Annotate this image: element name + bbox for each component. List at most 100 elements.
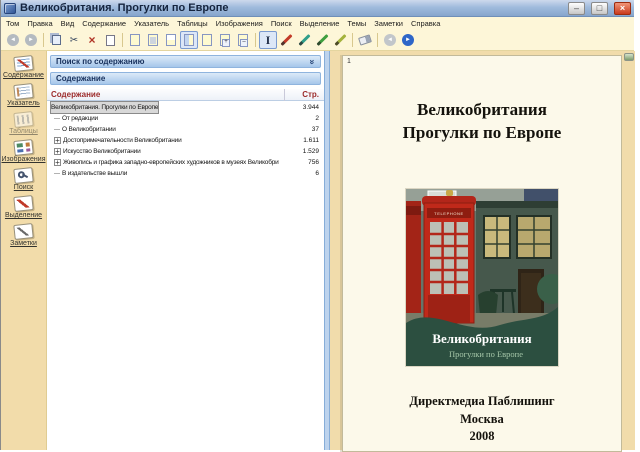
layout-add-button[interactable] — [216, 31, 234, 49]
imprint-block: Директмедиа Паблишинг Москва 2008 — [343, 393, 621, 446]
toc-entry-label: Великобритания. Прогулки по Европе — [51, 102, 158, 113]
sidebar-tab-index[interactable]: Указатель — [7, 84, 40, 107]
menu-item-2[interactable]: Вид — [61, 19, 75, 28]
text-cursor-icon: I — [266, 35, 271, 46]
menu-item-3[interactable]: Содержание — [82, 19, 126, 28]
pen-teal-icon — [298, 33, 311, 47]
pen-olive-button[interactable] — [331, 31, 349, 49]
menu-item-7[interactable]: Поиск — [271, 19, 292, 28]
menu-item-6[interactable]: Изображения — [216, 19, 263, 28]
toc-row[interactable]: Великобритания. Прогулки по Европе3.944 — [47, 102, 324, 113]
history-back-icon: ◄ — [7, 34, 19, 46]
notes-icon — [13, 223, 33, 240]
cut-icon: ✂ — [70, 35, 78, 46]
sidebar-tab-label: Выделение — [5, 212, 42, 219]
layout-split-left-icon — [184, 34, 194, 46]
delete-button[interactable]: × — [83, 31, 101, 49]
toc-entry-page: 1.611 — [281, 135, 319, 146]
nav-next-button[interactable]: ► — [399, 31, 417, 49]
sidebar-tab-images[interactable]: Изображения — [2, 140, 46, 163]
book-page: 1 Великобритания Прогулки по Европе — [342, 55, 622, 452]
page-button[interactable] — [101, 31, 119, 49]
nav-previous-button[interactable]: ◄ — [381, 31, 399, 49]
pen-green-button[interactable] — [313, 31, 331, 49]
menu-item-9[interactable]: Темы — [347, 19, 366, 28]
toolbar-separator — [255, 33, 256, 47]
copy-icon — [52, 35, 61, 45]
sidebar-tab-highlight[interactable]: Выделение — [5, 196, 42, 219]
page-number: 1 — [347, 58, 351, 65]
menu-item-4[interactable]: Указатель — [134, 19, 169, 28]
cut-button[interactable]: ✂ — [65, 31, 83, 49]
expand-plus-icon[interactable]: + — [54, 148, 61, 155]
menu-item-11[interactable]: Справка — [411, 19, 440, 28]
app-icon — [4, 3, 16, 14]
history-back-button[interactable]: ◄ — [4, 31, 22, 49]
toc-row[interactable]: О Великобритании37 — [47, 124, 324, 135]
toc-column-header: Содержание Стр. — [47, 89, 324, 101]
toc-panel: Поиск по содержанию » Содержание Содержа… — [47, 51, 324, 450]
menu-item-1[interactable]: Правка — [27, 19, 52, 28]
toc-row[interactable]: +Живопись и графика западно-европейских … — [47, 157, 324, 168]
pen-olive-icon — [334, 33, 347, 47]
copy-button[interactable] — [47, 31, 65, 49]
menu-bar: Том Правка Вид Содержание Указатель Таблицы Из… — [1, 17, 634, 30]
toc-entry-label: От редакции — [62, 113, 98, 124]
images-icon — [13, 139, 33, 156]
contents-icon — [13, 55, 33, 72]
layout-remove-icon — [238, 34, 248, 46]
layout-blank-button[interactable] — [198, 31, 216, 49]
collapse-chevron-icon[interactable]: » — [307, 59, 317, 64]
layout-single-button[interactable] — [126, 31, 144, 49]
layout-add-icon — [220, 34, 230, 46]
search-by-contents-header[interactable]: Поиск по содержанию » — [50, 55, 321, 68]
layout-filled-button[interactable] — [144, 31, 162, 49]
sidebar-tab-notes[interactable]: Заметки — [10, 224, 37, 247]
tree-connector — [54, 118, 60, 119]
notes-indicator-icon[interactable] — [624, 53, 634, 61]
sidebar-tab-contents[interactable]: Содержание — [3, 56, 44, 79]
toc-row[interactable]: +Искусство Великобритании1.529 — [47, 146, 324, 157]
sidebar-tab-strip: Содержание Указатель Таблицы Изображения Пои… — [1, 51, 47, 450]
expand-plus-icon[interactable]: + — [54, 137, 61, 144]
expand-plus-icon[interactable]: + — [54, 159, 61, 166]
toc-entry-label: Искусство Великобритании — [63, 146, 141, 157]
layout-split-left-button[interactable] — [180, 31, 198, 49]
pen-teal-button[interactable] — [295, 31, 313, 49]
close-button[interactable]: × — [614, 2, 631, 15]
history-forward-button[interactable]: ► — [22, 31, 40, 49]
sidebar-tab-label: Заметки — [10, 240, 37, 247]
layout-remove-button[interactable] — [234, 31, 252, 49]
pen-red-button[interactable] — [277, 31, 295, 49]
sidebar-tab-search[interactable]: Поиск — [14, 168, 33, 191]
menu-item-10[interactable]: Заметки — [374, 19, 403, 28]
index-icon — [13, 83, 33, 100]
toc-entry-label: В издательстве вышли — [62, 168, 127, 179]
toolbar-separator — [43, 33, 44, 47]
toolbar-separator — [352, 33, 353, 47]
sidebar-tab-tables[interactable]: Таблицы — [9, 112, 38, 135]
highlight-icon — [13, 195, 33, 212]
text-cursor-button[interactable]: I — [259, 31, 277, 49]
contents-header[interactable]: Содержание — [50, 72, 321, 85]
title-bar[interactable]: Великобритания. Прогулки по Европе – □ × — [1, 0, 634, 17]
maximize-button[interactable]: □ — [591, 2, 608, 15]
publisher-name: Директмедиа Паблишинг — [343, 393, 621, 411]
book-title-line2: Прогулки по Европе — [343, 121, 621, 144]
cover-title: Великобритания — [432, 331, 531, 346]
toc-row[interactable]: +Достопримечательности Великобритании1.6… — [47, 135, 324, 146]
sidebar-tab-label: Поиск — [14, 184, 33, 191]
layout-filled-icon — [148, 34, 158, 46]
eraser-button[interactable] — [356, 31, 374, 49]
book-title: Великобритания Прогулки по Европе — [343, 98, 621, 144]
menu-item-0[interactable]: Том — [6, 19, 19, 28]
sidebar-tab-label: Содержание — [3, 72, 44, 79]
menu-item-8[interactable]: Выделение — [300, 19, 340, 28]
menu-item-5[interactable]: Таблицы — [177, 19, 208, 28]
layout-split-top-button[interactable] — [162, 31, 180, 49]
layout-blank-icon — [202, 34, 212, 46]
toc-row[interactable]: В издательстве вышли6 — [47, 168, 324, 179]
minimize-button[interactable]: – — [568, 2, 585, 15]
toc-tree: Великобритания. Прогулки по Европе3.944О… — [47, 102, 324, 179]
toc-row[interactable]: От редакции2 — [47, 113, 324, 124]
